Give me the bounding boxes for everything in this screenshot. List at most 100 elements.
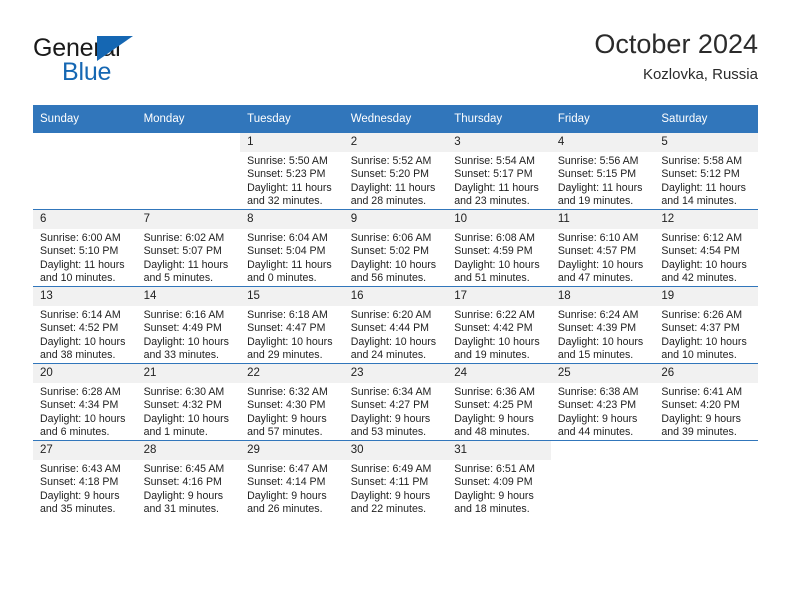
- day-info: Sunrise: 6:43 AM Sunset: 4:18 PM Daylight:…: [33, 460, 137, 517]
- weekday-header-thursday: Thursday: [447, 105, 551, 133]
- day-info-sunset: Sunset: 4:14 PM: [247, 476, 326, 489]
- day-number: 20: [33, 364, 137, 383]
- day-number: [136, 133, 241, 152]
- calendar-day-cell[interactable]: 9 Sunrise: 6:06 AM Sunset: 5:02 PM Daylight…: [343, 209, 448, 287]
- calendar-day-cell[interactable]: 11 Sunrise: 6:10 AM Sunset: 4:57 PM Dayligh…: [550, 209, 655, 287]
- day-cell-inner: 25 Sunrise: 6:38 AM Sunset: 4:23 PM Dayligh…: [550, 364, 655, 440]
- calendar-page: General Blue October 2024 Kozlovka, Russ…: [0, 0, 792, 612]
- day-cell-inner: 6 Sunrise: 6:00 AM Sunset: 5:10 PM Daylight…: [33, 210, 137, 286]
- day-info-daylight2: and 10 minutes.: [40, 272, 116, 285]
- day-info-daylight2: and 42 minutes.: [661, 272, 737, 285]
- calendar-day-cell[interactable]: 1 Sunrise: 5:50 AM Sunset: 5:23 PM Daylight…: [240, 133, 344, 210]
- day-cell-inner: 14 Sunrise: 6:16 AM Sunset: 4:49 PM Dayligh…: [136, 287, 241, 363]
- day-info-daylight2: and 31 minutes.: [143, 503, 219, 516]
- day-info-daylight2: and 33 minutes.: [143, 349, 219, 362]
- calendar-day-cell[interactable]: 18 Sunrise: 6:24 AM Sunset: 4:39 PM Dayligh…: [550, 286, 655, 364]
- calendar-day-cell[interactable]: 31 Sunrise: 6:51 AM Sunset: 4:09 PM Dayligh…: [447, 440, 551, 517]
- day-info-sunset: Sunset: 5:17 PM: [454, 168, 533, 181]
- day-info-daylight2: and 32 minutes.: [247, 195, 323, 208]
- day-info-sunset: Sunset: 4:39 PM: [557, 322, 637, 335]
- calendar-day-cell[interactable]: 17 Sunrise: 6:22 AM Sunset: 4:42 PM Dayligh…: [447, 286, 551, 364]
- calendar-day-cell[interactable]: 24 Sunrise: 6:36 AM Sunset: 4:25 PM Dayligh…: [447, 363, 551, 441]
- day-info-sunset: Sunset: 4:16 PM: [143, 476, 222, 489]
- day-info-daylight1: Daylight: 9 hours: [247, 412, 327, 425]
- calendar-week-row: 1 Sunrise: 5:50 AM Sunset: 5:23 PM Daylight…: [33, 133, 758, 210]
- day-number: 7: [136, 210, 241, 229]
- calendar-day-cell[interactable]: 25 Sunrise: 6:38 AM Sunset: 4:23 PM Dayligh…: [550, 363, 655, 441]
- calendar-day-cell[interactable]: 16 Sunrise: 6:20 AM Sunset: 4:44 PM Dayligh…: [343, 286, 448, 364]
- day-info-daylight2: and 38 minutes.: [40, 349, 116, 362]
- day-info-daylight1: Daylight: 9 hours: [454, 412, 534, 425]
- calendar-day-cell[interactable]: 12 Sunrise: 6:12 AM Sunset: 4:54 PM Dayligh…: [654, 209, 758, 287]
- day-info-sunrise: Sunrise: 5:56 AM: [557, 155, 639, 167]
- day-info-daylight1: Daylight: 10 hours: [143, 412, 229, 425]
- calendar-day-cell[interactable]: 20 Sunrise: 6:28 AM Sunset: 4:34 PM Dayligh…: [33, 363, 137, 441]
- day-info-sunset: Sunset: 4:54 PM: [661, 245, 740, 258]
- day-info-daylight1: Daylight: 10 hours: [661, 335, 747, 348]
- day-cell-inner: 21 Sunrise: 6:30 AM Sunset: 4:32 PM Dayligh…: [136, 364, 241, 440]
- day-info-daylight2: and 47 minutes.: [557, 272, 634, 285]
- calendar-day-cell[interactable]: 26 Sunrise: 6:41 AM Sunset: 4:20 PM Dayligh…: [654, 363, 758, 441]
- day-cell-inner: 5 Sunrise: 5:58 AM Sunset: 5:12 PM Daylight…: [654, 133, 758, 209]
- calendar-body: 1 Sunrise: 5:50 AM Sunset: 5:23 PM Daylight…: [33, 133, 758, 517]
- day-number: 25: [550, 364, 655, 383]
- calendar-day-cell[interactable]: 4 Sunrise: 5:56 AM Sunset: 5:15 PM Daylight…: [550, 133, 655, 210]
- day-info-daylight2: and 23 minutes.: [454, 195, 530, 208]
- day-info-daylight2: and 5 minutes.: [143, 272, 214, 285]
- day-number: 14: [136, 287, 241, 306]
- day-number: 23: [343, 364, 448, 383]
- day-info-sunrise: Sunrise: 6:12 AM: [661, 232, 743, 244]
- day-number: 9: [343, 210, 448, 229]
- calendar-day-cell[interactable]: 5 Sunrise: 5:58 AM Sunset: 5:12 PM Daylight…: [654, 133, 758, 210]
- day-info-daylight2: and 19 minutes.: [454, 349, 530, 362]
- weekday-header-saturday: Saturday: [654, 105, 758, 133]
- day-info-sunrise: Sunrise: 6:16 AM: [143, 309, 225, 321]
- calendar-day-cell[interactable]: 10 Sunrise: 6:08 AM Sunset: 4:59 PM Dayligh…: [447, 209, 551, 287]
- day-info-daylight2: and 24 minutes.: [350, 349, 427, 362]
- day-info: Sunrise: 6:24 AM Sunset: 4:39 PM Daylight:…: [551, 306, 655, 363]
- calendar-day-cell[interactable]: 15 Sunrise: 6:18 AM Sunset: 4:47 PM Dayligh…: [240, 286, 344, 364]
- calendar-day-cell[interactable]: 6 Sunrise: 6:00 AM Sunset: 5:10 PM Daylight…: [33, 209, 137, 287]
- calendar-day-cell[interactable]: 19 Sunrise: 6:26 AM Sunset: 4:37 PM Dayligh…: [654, 286, 758, 364]
- day-info-sunrise: Sunrise: 6:45 AM: [143, 463, 225, 475]
- day-info: Sunrise: 5:52 AM Sunset: 5:20 PM Daylight:…: [344, 152, 448, 209]
- calendar-day-cell[interactable]: 30 Sunrise: 6:49 AM Sunset: 4:11 PM Dayligh…: [343, 440, 448, 517]
- day-cell-inner: 29 Sunrise: 6:47 AM Sunset: 4:14 PM Dayligh…: [240, 441, 344, 517]
- day-cell-inner: 24 Sunrise: 6:36 AM Sunset: 4:25 PM Dayligh…: [447, 364, 551, 440]
- calendar-day-cell[interactable]: 13 Sunrise: 6:14 AM Sunset: 4:52 PM Dayligh…: [33, 286, 137, 364]
- day-cell-inner: 18 Sunrise: 6:24 AM Sunset: 4:39 PM Dayligh…: [550, 287, 655, 363]
- day-info: Sunrise: 5:58 AM Sunset: 5:12 PM Daylight:…: [654, 152, 758, 209]
- day-number: 19: [654, 287, 758, 306]
- day-info: Sunrise: 6:45 AM Sunset: 4:16 PM Daylight:…: [137, 460, 241, 517]
- calendar-day-cell[interactable]: 21 Sunrise: 6:30 AM Sunset: 4:32 PM Dayligh…: [136, 363, 241, 441]
- day-info: Sunrise: 6:16 AM Sunset: 4:49 PM Daylight:…: [137, 306, 241, 363]
- calendar-cell-empty: [550, 440, 655, 517]
- day-info-daylight1: Daylight: 11 hours: [143, 258, 229, 271]
- day-number: 12: [654, 210, 758, 229]
- day-info-sunset: Sunset: 4:09 PM: [454, 476, 533, 489]
- calendar-day-cell[interactable]: 8 Sunrise: 6:04 AM Sunset: 5:04 PM Daylight…: [240, 209, 344, 287]
- day-number: 16: [343, 287, 448, 306]
- calendar-header-row: Sunday Monday Tuesday Wednesday Thursday Frid…: [33, 105, 758, 133]
- day-cell-inner: 7 Sunrise: 6:02 AM Sunset: 5:07 PM Daylight…: [136, 210, 241, 286]
- day-info-daylight1: Daylight: 9 hours: [350, 489, 431, 502]
- calendar-day-cell[interactable]: 27 Sunrise: 6:43 AM Sunset: 4:18 PM Dayligh…: [33, 440, 137, 517]
- calendar-day-cell[interactable]: 28 Sunrise: 6:45 AM Sunset: 4:16 PM Dayligh…: [136, 440, 241, 517]
- day-info-sunset: Sunset: 5:12 PM: [661, 168, 740, 181]
- day-cell-inner: 19 Sunrise: 6:26 AM Sunset: 4:37 PM Dayligh…: [654, 287, 758, 363]
- day-info-daylight1: Daylight: 10 hours: [454, 258, 540, 271]
- calendar-day-cell[interactable]: 14 Sunrise: 6:16 AM Sunset: 4:49 PM Dayligh…: [136, 286, 241, 364]
- calendar-day-cell[interactable]: 29 Sunrise: 6:47 AM Sunset: 4:14 PM Dayligh…: [240, 440, 344, 517]
- calendar-day-cell[interactable]: 3 Sunrise: 5:54 AM Sunset: 5:17 PM Daylight…: [447, 133, 551, 210]
- day-number: 13: [33, 287, 137, 306]
- day-info: Sunrise: 6:47 AM Sunset: 4:14 PM Daylight:…: [240, 460, 344, 517]
- calendar-week-row: 20 Sunrise: 6:28 AM Sunset: 4:34 PM Dayligh…: [33, 363, 758, 441]
- calendar-day-cell[interactable]: 22 Sunrise: 6:32 AM Sunset: 4:30 PM Dayligh…: [240, 363, 344, 441]
- calendar-day-cell[interactable]: 2 Sunrise: 5:52 AM Sunset: 5:20 PM Daylight…: [343, 133, 448, 210]
- calendar-day-cell[interactable]: 7 Sunrise: 6:02 AM Sunset: 5:07 PM Daylight…: [136, 209, 241, 287]
- calendar-day-cell[interactable]: 23 Sunrise: 6:34 AM Sunset: 4:27 PM Dayligh…: [343, 363, 448, 441]
- day-info: Sunrise: 5:50 AM Sunset: 5:23 PM Daylight:…: [240, 152, 344, 209]
- day-info-sunrise: Sunrise: 6:43 AM: [40, 463, 121, 475]
- day-cell-inner: 15 Sunrise: 6:18 AM Sunset: 4:47 PM Dayligh…: [240, 287, 344, 363]
- day-info-daylight1: Daylight: 10 hours: [557, 258, 644, 271]
